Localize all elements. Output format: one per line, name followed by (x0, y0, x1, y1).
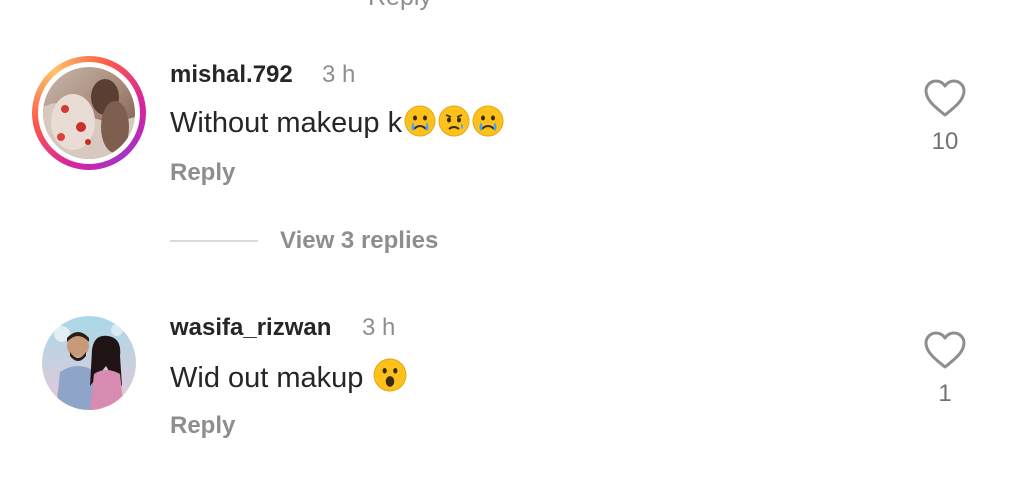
divider-line (170, 240, 258, 242)
avatar[interactable] (42, 316, 136, 410)
comment-text-content: Without makeup k (170, 107, 403, 139)
comment-timestamp: 3 h (322, 61, 356, 88)
comment-username[interactable]: mishal.792 (170, 60, 293, 90)
like-count: 1 (938, 380, 952, 407)
avatar[interactable] (43, 67, 135, 159)
reply-link-partial[interactable]: Reply (368, 0, 432, 12)
comment-text-content: Wid out makup (170, 362, 364, 394)
crying-face-emoji (472, 105, 504, 146)
like-area: 10 (920, 78, 970, 156)
heart-icon[interactable] (923, 78, 967, 118)
sad-but-relieved-face-emoji (438, 105, 470, 146)
comment-item: mishal.792 3 h Without makeup k Reply 10 (0, 50, 1024, 190)
comment-text: Wid out makup (170, 358, 407, 401)
comment-username[interactable]: wasifa_rizwan (170, 313, 331, 343)
like-area: 1 (920, 330, 970, 408)
view-replies-button[interactable]: View 3 replies (170, 226, 438, 256)
reply-button[interactable]: Reply (170, 411, 235, 441)
heart-icon[interactable] (923, 330, 967, 370)
comment-item: wasifa_rizwan 3 h Wid out makup Reply 1 (0, 305, 1024, 455)
reply-button[interactable]: Reply (170, 158, 235, 188)
crying-face-emoji (404, 105, 436, 146)
view-replies-label[interactable]: View 3 replies (280, 226, 438, 256)
comment-timestamp: 3 h (362, 314, 396, 341)
hushed-face-emoji (373, 358, 407, 401)
comment-text: Without makeup k (170, 105, 504, 146)
like-count: 10 (931, 128, 959, 155)
